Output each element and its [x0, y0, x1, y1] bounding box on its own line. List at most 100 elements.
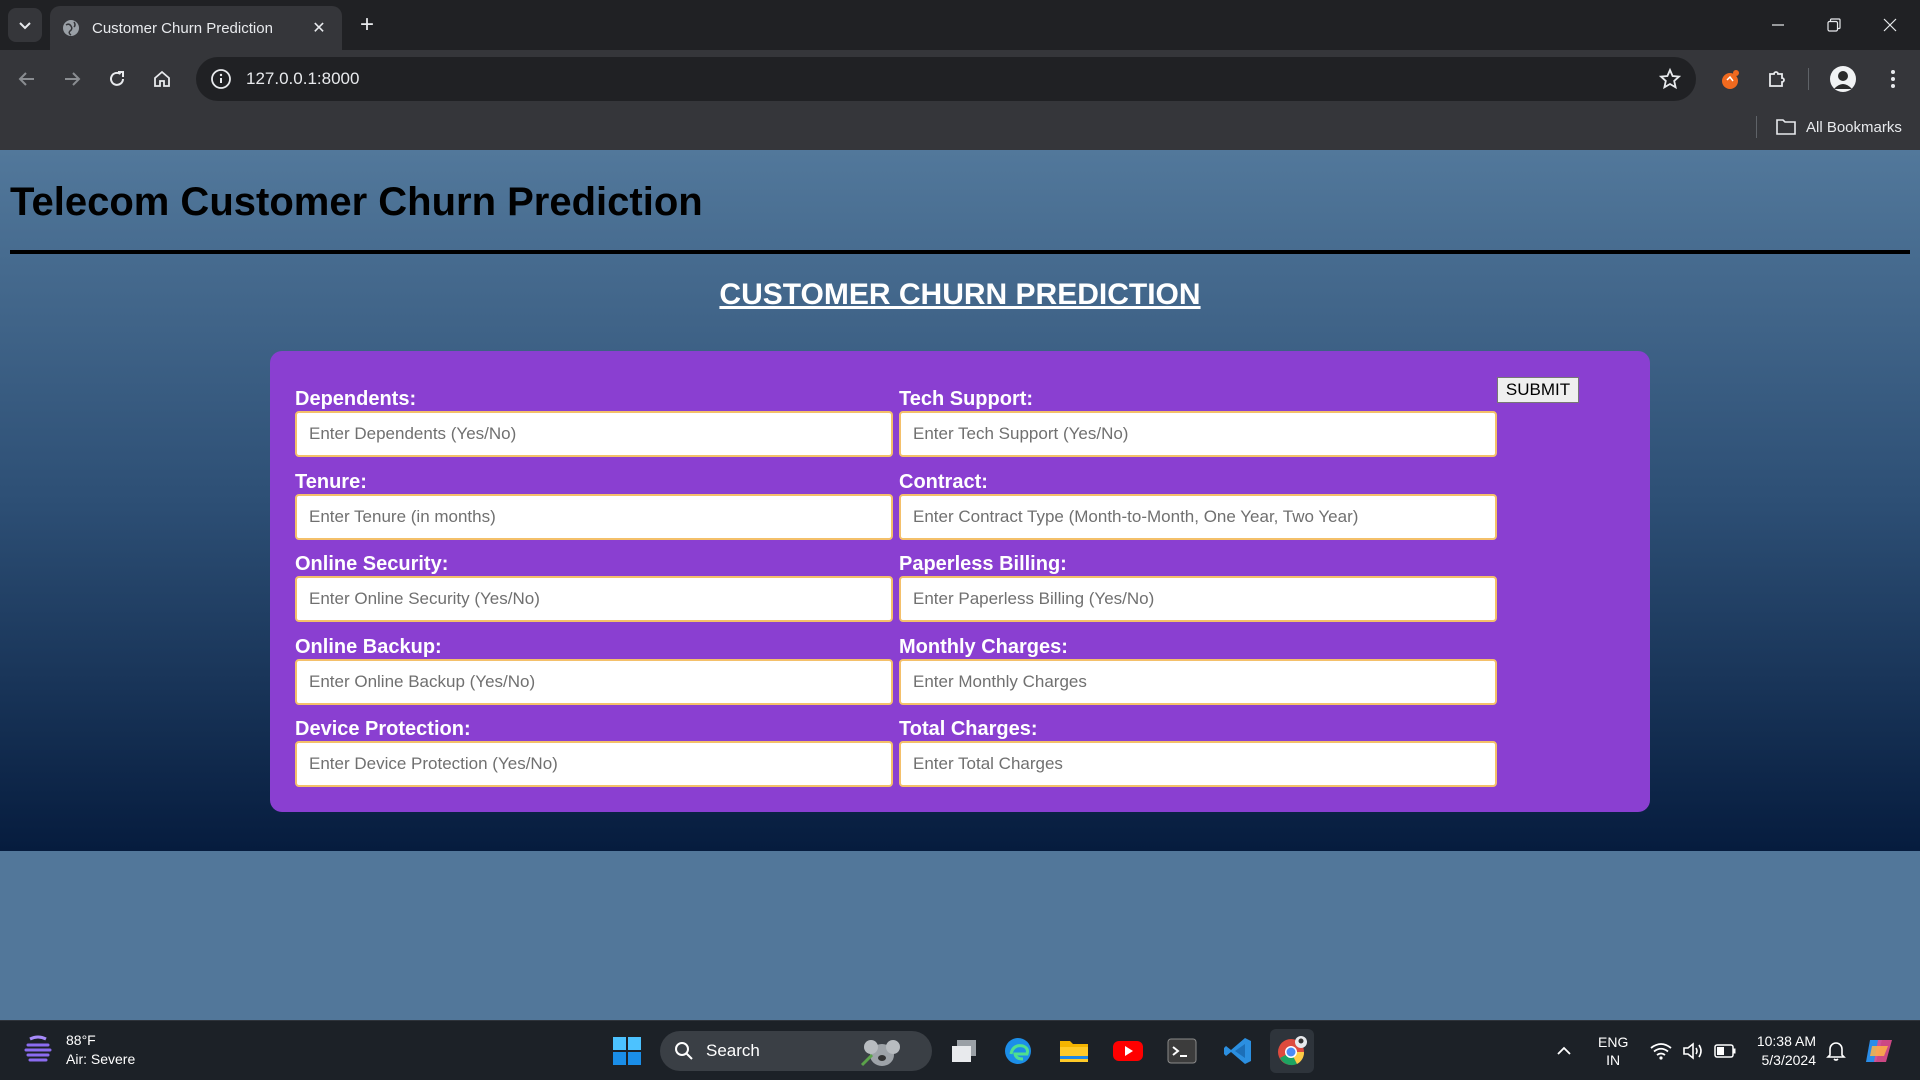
site-info-icon[interactable]	[210, 68, 232, 90]
windows-logo-icon	[613, 1037, 641, 1065]
field-contract: Contract:	[899, 470, 1497, 540]
battery-icon	[1714, 1044, 1736, 1058]
device-protection-input[interactable]	[295, 741, 893, 787]
os-taskbar: 88°F Air: Severe Search ENG IN 10:38 AM …	[0, 1020, 1920, 1080]
reload-icon	[110, 71, 124, 86]
tenure-label: Tenure:	[295, 471, 367, 493]
field-paperless-billing: Paperless Billing:	[899, 552, 1497, 622]
clock-time: 10:38 AM	[1756, 1033, 1816, 1049]
churn-form: Dependents: Tech Support: Tenure: Contra…	[270, 351, 1650, 812]
start-button[interactable]	[605, 1029, 649, 1073]
quick-settings[interactable]	[1650, 1021, 1736, 1080]
search-icon	[675, 1042, 693, 1060]
tab-search-button[interactable]	[8, 8, 42, 42]
arrow-right-icon	[65, 72, 81, 86]
notifications-button[interactable]	[1826, 1021, 1846, 1080]
weather-widget[interactable]: 88°F Air: Severe	[24, 1031, 135, 1069]
section-title: CUSTOMER CHURN PREDICTION	[719, 278, 1201, 311]
field-tenure: Tenure:	[295, 470, 893, 540]
volume-icon	[1683, 1042, 1702, 1060]
file-explorer-app[interactable]	[1052, 1029, 1096, 1073]
page-content: Telecom Customer Churn Prediction CUSTOM…	[0, 150, 1920, 851]
tech-support-input[interactable]	[899, 411, 1497, 457]
orange-extension-glyph	[1722, 70, 1739, 89]
all-bookmarks-button[interactable]: All Bookmarks	[1776, 114, 1902, 140]
browser-tab[interactable]: Customer Churn Prediction ✕	[50, 6, 342, 50]
browser-menu-button[interactable]	[1878, 64, 1908, 94]
profile-avatar[interactable]	[1828, 64, 1858, 94]
close-window-button[interactable]	[1862, 0, 1918, 50]
tray-overflow-button[interactable]	[1556, 1021, 1572, 1080]
extension-orange-icon[interactable]	[1716, 64, 1746, 94]
bookmarks-bar: All Bookmarks	[0, 108, 1920, 150]
language-indicator[interactable]: ENG IN	[1598, 1021, 1628, 1080]
weather-temperature: 88°F	[66, 1032, 96, 1048]
header-divider	[10, 250, 1910, 254]
haze-weather-icon	[24, 1035, 52, 1062]
chevron-up-icon	[1557, 1046, 1571, 1055]
browser-toolbar: 127.0.0.1:8000	[0, 50, 1920, 108]
vscode-icon	[1224, 1038, 1251, 1064]
copilot-button[interactable]	[1864, 1021, 1896, 1080]
bookmark-star-icon[interactable]	[1658, 67, 1682, 91]
all-bookmarks-label: All Bookmarks	[1806, 118, 1902, 136]
field-tech-support: Tech Support:	[899, 387, 1497, 457]
online-security-label: Online Security:	[295, 553, 449, 575]
dependents-input[interactable]	[295, 411, 893, 457]
new-tab-button[interactable]: +	[352, 10, 382, 40]
task-view-button[interactable]	[942, 1029, 986, 1073]
kebab-menu-icon	[1891, 70, 1895, 88]
submit-button[interactable]: SUBMIT	[1497, 377, 1579, 403]
youtube-app[interactable]	[1106, 1029, 1150, 1073]
page-title: Telecom Customer Churn Prediction	[10, 180, 703, 224]
notification-bell-icon	[1826, 1042, 1846, 1061]
home-icon	[154, 70, 170, 87]
home-button[interactable]	[145, 62, 179, 96]
back-button[interactable]	[10, 62, 44, 96]
contract-input[interactable]	[899, 494, 1497, 540]
toolbar-divider	[1808, 68, 1809, 90]
tenure-input[interactable]	[295, 494, 893, 540]
paperless-billing-input[interactable]	[899, 576, 1497, 622]
address-bar[interactable]: 127.0.0.1:8000	[196, 57, 1696, 101]
edge-browser-icon	[1005, 1038, 1031, 1064]
folder-app-icon	[1060, 1041, 1088, 1062]
youtube-icon	[1113, 1041, 1143, 1061]
field-online-backup: Online Backup:	[295, 635, 893, 705]
copilot-icon	[1866, 1040, 1892, 1062]
tech-support-label: Tech Support:	[899, 388, 1034, 410]
online-security-input[interactable]	[295, 576, 893, 622]
bookmarks-divider	[1756, 116, 1757, 138]
field-online-security: Online Security:	[295, 552, 893, 622]
close-tab-icon[interactable]: ✕	[308, 17, 330, 39]
wifi-icon	[1650, 1043, 1672, 1060]
total-charges-label: Total Charges:	[899, 718, 1038, 740]
device-protection-label: Device Protection:	[295, 718, 471, 740]
extensions-button[interactable]	[1762, 64, 1792, 94]
page-viewport: Telecom Customer Churn Prediction CUSTOM…	[0, 150, 1920, 1020]
field-monthly-charges: Monthly Charges:	[899, 635, 1497, 705]
monthly-charges-input[interactable]	[899, 659, 1497, 705]
field-total-charges: Total Charges:	[899, 717, 1497, 787]
minimize-icon	[1772, 24, 1784, 26]
vscode-app[interactable]	[1216, 1029, 1260, 1073]
chrome-app[interactable]	[1270, 1029, 1314, 1073]
restore-button[interactable]	[1806, 0, 1862, 50]
taskbar-search[interactable]: Search	[660, 1031, 932, 1071]
puzzle-icon	[1769, 71, 1785, 87]
koala-search-highlight-icon	[860, 1040, 900, 1067]
minimize-button[interactable]	[1750, 0, 1806, 50]
arrow-left-icon	[18, 72, 34, 86]
contract-label: Contract:	[899, 471, 988, 493]
forward-button[interactable]	[55, 62, 89, 96]
terminal-app[interactable]	[1160, 1029, 1204, 1073]
region-code: IN	[1606, 1052, 1621, 1068]
reload-button[interactable]	[100, 62, 134, 96]
clock[interactable]: 10:38 AM 5/3/2024	[1752, 1021, 1816, 1080]
total-charges-input[interactable]	[899, 741, 1497, 787]
online-backup-input[interactable]	[295, 659, 893, 705]
online-backup-label: Online Backup:	[295, 636, 442, 658]
clock-date: 5/3/2024	[1761, 1052, 1817, 1068]
edge-app[interactable]	[996, 1029, 1040, 1073]
weather-description: Air: Severe	[66, 1051, 136, 1067]
